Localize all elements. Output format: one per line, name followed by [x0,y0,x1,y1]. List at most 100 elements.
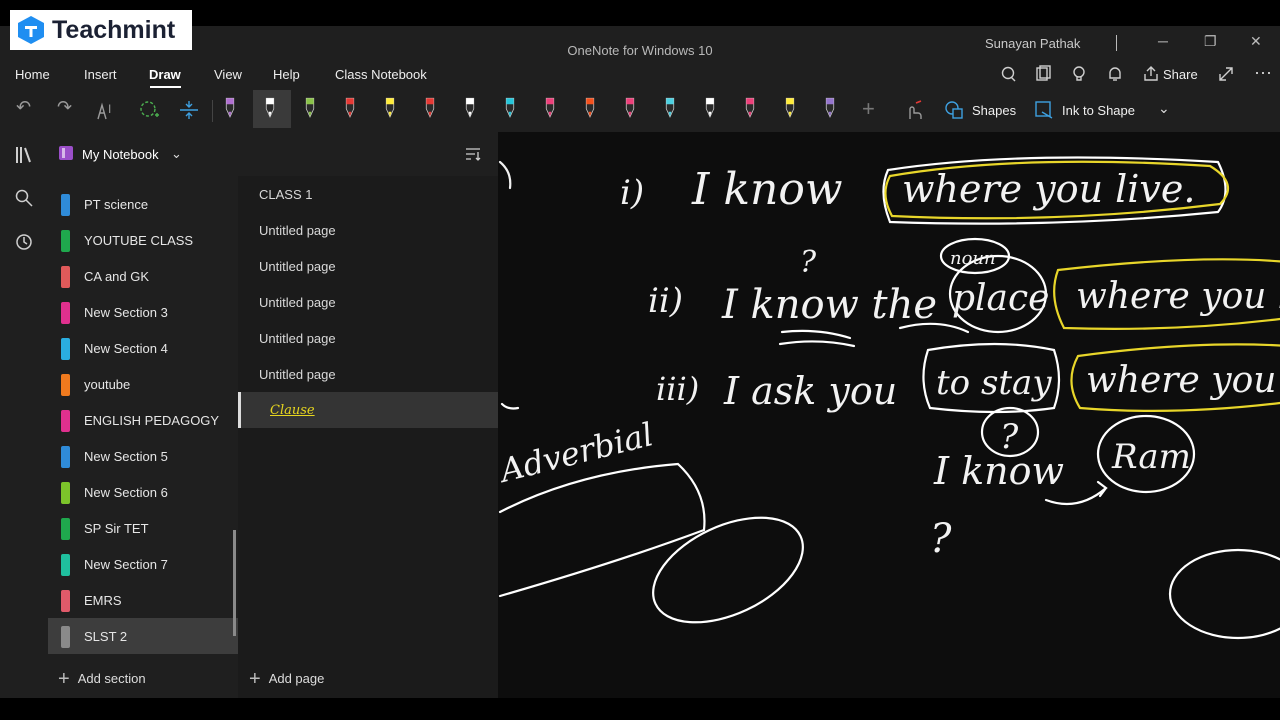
ink-to-shape-button[interactable]: Ink to Shape [1062,103,1135,118]
line2-main: I know the [721,282,937,328]
bottom-strip [0,698,1280,720]
pen-7-icon[interactable] [464,93,476,123]
note-canvas[interactable]: i) I know where you live. ii) I know the… [498,132,1280,698]
menu-help[interactable]: Help [273,67,300,82]
section-item[interactable]: youtube [48,366,238,402]
section-color-tab [61,482,70,504]
page-view-icon[interactable] [1034,65,1052,83]
share-button[interactable]: Share [1163,67,1198,82]
search-icon[interactable] [14,188,34,208]
section-item[interactable]: ENGLISH PEDAGOGY [48,402,238,438]
more-options-icon[interactable]: ⋯ [1254,63,1272,84]
add-page-label: Add page [268,671,325,686]
line3-verb: to stay [936,363,1052,403]
pen-3-icon[interactable] [304,93,316,123]
redo-icon[interactable]: ↷ [57,97,72,118]
sort-icon[interactable] [465,146,481,162]
pen-9-icon[interactable] [544,93,556,123]
chevron-down-icon[interactable]: ⌄ [1158,100,1170,117]
pen-2-icon[interactable] [264,93,276,123]
pen-10-icon[interactable] [584,93,596,123]
share-icon[interactable] [1142,65,1160,83]
add-section-button[interactable]: + Add section [58,666,146,690]
close-icon[interactable]: ✕ [1250,33,1262,50]
pen-5-icon[interactable] [384,93,396,123]
sync-icon[interactable] [999,65,1017,83]
page-label: Untitled page [259,295,336,310]
window-title: OneNote for Windows 10 [567,43,713,58]
page-item[interactable]: Untitled page [238,212,498,248]
pen-4-icon[interactable] [344,93,356,123]
minimize-icon[interactable]: ─ [1158,33,1168,49]
shapes-icon[interactable] [944,100,964,120]
bell-icon[interactable] [1106,65,1124,83]
section-color-tab [61,230,70,252]
page-item[interactable]: Untitled page [238,320,498,356]
section-item[interactable]: New Section 4 [48,330,238,366]
section-item[interactable]: New Section 7 [48,546,238,582]
section-item[interactable]: PT science [48,186,238,222]
lightbulb-icon[interactable] [1070,65,1088,83]
section-label: New Section 3 [84,305,168,320]
section-color-tab [61,374,70,396]
section-label: New Section 4 [84,341,168,356]
add-page-button[interactable]: + Add page [249,666,325,690]
restore-icon[interactable]: ❐ [1204,33,1217,50]
pen-8-icon[interactable] [504,93,516,123]
page-item[interactable]: Clause [238,392,498,428]
pen-15-icon[interactable] [784,93,796,123]
pen-16-icon[interactable] [824,93,836,123]
plus-icon: + [249,668,261,690]
page-item[interactable]: Untitled page [238,284,498,320]
teachmint-brand-name: Teachmint [52,15,176,44]
line2-clause: where you live [1076,276,1280,317]
page-item[interactable]: Untitled page [238,356,498,392]
page-label: Untitled page [259,223,336,238]
page-label: Untitled page [259,367,336,382]
line2-noun-tag: noun [950,248,996,269]
pen-11-icon[interactable] [624,93,636,123]
sections-scrollbar[interactable] [233,530,236,636]
menu-draw[interactable]: Draw [149,67,181,82]
ink-to-shape-icon[interactable] [1034,100,1054,120]
pen-6-icon[interactable] [424,93,436,123]
section-item[interactable]: New Section 3 [48,294,238,330]
pen-13-icon[interactable] [704,93,716,123]
navigation-rail [0,132,48,698]
menu-insert[interactable]: Insert [84,67,117,82]
touch-draw-icon[interactable] [903,99,925,121]
section-item[interactable]: SLST 2 [48,618,238,654]
recent-icon[interactable] [14,232,34,252]
section-item[interactable]: EMRS [48,582,238,618]
section-item[interactable]: YOUTUBE CLASS [48,222,238,258]
page-item[interactable]: Untitled page [238,248,498,284]
section-item[interactable]: New Section 6 [48,474,238,510]
section-label: New Section 6 [84,485,168,500]
pen-1-icon[interactable] [224,93,236,123]
menu-home[interactable]: Home [15,67,50,82]
page-label: Untitled page [259,259,336,274]
pen-14-icon[interactable] [744,93,756,123]
toolbar-divider [212,100,213,122]
undo-icon[interactable]: ↶ [16,97,31,118]
user-name[interactable]: Sunayan Pathak [985,36,1080,51]
add-space-icon[interactable] [178,99,200,121]
section-item[interactable]: SP Sir TET [48,510,238,546]
menu-view[interactable]: View [214,67,242,82]
menu-class-notebook[interactable]: Class Notebook [335,67,427,82]
fullscreen-icon[interactable] [1217,65,1235,83]
section-item[interactable]: CA and GK [48,258,238,294]
add-pen-icon[interactable]: + [862,96,875,122]
shapes-button[interactable]: Shapes [972,103,1016,118]
plus-icon: + [58,668,70,690]
page-item[interactable]: CLASS 1 [238,176,498,212]
section-item[interactable]: New Section 5 [48,438,238,474]
notebook-title[interactable]: My Notebook [82,147,159,162]
line1-number: i) [620,173,644,213]
line3-clause: where you live [1086,360,1280,401]
notebook-chevron-down-icon[interactable]: ⌄ [171,146,182,162]
lasso-select-icon[interactable] [138,99,162,121]
pen-12-icon[interactable] [664,93,676,123]
notebooks-icon[interactable] [14,145,34,165]
type-select-icon[interactable]: I [96,99,120,121]
